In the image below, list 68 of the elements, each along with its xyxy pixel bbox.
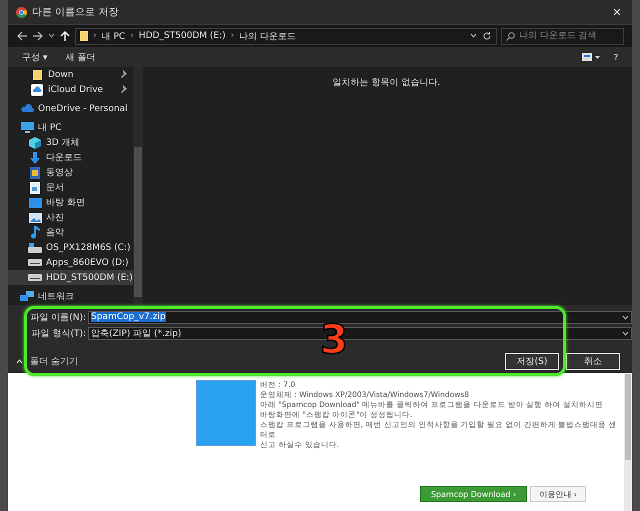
- folder-icon: [30, 68, 44, 80]
- down-arrow-icon: [28, 152, 42, 164]
- sidebar-item[interactable]: 음악: [8, 225, 133, 240]
- window-title: 다른 이름으로 저장: [32, 6, 120, 19]
- sidebar-item[interactable]: Apps_860EVO (D:): [8, 255, 133, 270]
- filename-field[interactable]: SpamCop_v7.zip: [88, 310, 632, 324]
- organize-menu[interactable]: 구성 ▾: [18, 48, 52, 66]
- scrollbar-thumb[interactable]: [134, 147, 142, 297]
- cancel-button[interactable]: 취소: [566, 353, 620, 370]
- download-button[interactable]: Spamcop Download ›: [420, 486, 528, 502]
- breadcrumb-item[interactable]: HDD_ST500DM (E:): [138, 31, 226, 41]
- empty-message: 일치하는 항목이 없습니다.: [332, 77, 440, 90]
- picture-icon: [28, 212, 42, 222]
- sidebar-item[interactable]: OneDrive - Personal: [8, 101, 133, 116]
- drive-icon: [28, 274, 42, 281]
- help-button[interactable]: ?: [610, 51, 622, 63]
- sidebar-item[interactable]: Down: [8, 67, 133, 82]
- guide-button[interactable]: 이용안내 ›: [530, 486, 586, 502]
- desktop-icon: [28, 198, 42, 208]
- search-icon: [506, 32, 515, 40]
- filename-label: 파일 이름(N):: [29, 312, 87, 324]
- breadcrumb-separator: ›: [230, 31, 234, 41]
- sidebar-item[interactable]: 사진: [8, 210, 133, 225]
- breadcrumb-separator: ›: [93, 31, 97, 41]
- up-arrow-icon[interactable]: [59, 30, 71, 42]
- back-arrow-icon[interactable]: [16, 30, 28, 42]
- caret-icon: [622, 330, 629, 336]
- document-icon: [28, 182, 42, 194]
- save-button[interactable]: 저장(S): [505, 353, 559, 370]
- sidebar-item[interactable]: 내 PC: [8, 120, 133, 135]
- browser-logo-icon: [16, 6, 27, 18]
- new-folder-button[interactable]: 새 폴더: [61, 48, 100, 66]
- address-bar[interactable]: › 내 PC › HDD_ST500DM (E:) › 나의 다운로드: [75, 28, 497, 44]
- sidebar-item[interactable]: HDD_ST500DM (E:): [8, 270, 133, 285]
- sidebar-item[interactable]: 다운로드: [8, 150, 133, 165]
- caret-icon: [622, 314, 629, 320]
- monitor-icon: [20, 122, 34, 133]
- sidebar-item[interactable]: OS_PX128M6S (C:): [8, 240, 133, 255]
- scrollbar-thumb[interactable]: [625, 374, 631, 460]
- sidebar-item[interactable]: 바탕 화면: [8, 195, 133, 210]
- sidebar-item[interactable]: 동영상: [8, 165, 133, 180]
- caret-icon[interactable]: [470, 33, 477, 39]
- hide-folders-button[interactable]: 폴더 숨기기: [16, 355, 78, 368]
- cat-illustration-placeholder: [196, 380, 256, 446]
- sidebar-item[interactable]: 3D 개체: [8, 135, 133, 150]
- sidebar-item[interactable]: 문서: [8, 180, 133, 195]
- film-icon: [28, 166, 42, 178]
- breadcrumb-item[interactable]: 내 PC: [102, 30, 126, 42]
- sidebar-item[interactable]: iCloud Drive: [8, 82, 133, 97]
- forward-arrow-icon[interactable]: [32, 30, 44, 42]
- filetype-label: 파일 형식(T):: [30, 328, 87, 340]
- music-note-icon: [28, 226, 42, 239]
- close-button[interactable]: ✕: [602, 0, 632, 24]
- caret-icon: [16, 359, 23, 364]
- refresh-icon[interactable]: [482, 31, 492, 41]
- breadcrumb-separator: ›: [130, 31, 134, 41]
- drive-icon: [28, 242, 42, 252]
- network-icon: [20, 291, 34, 302]
- cloud-icon: [30, 84, 44, 96]
- view-options-icon[interactable]: [582, 52, 600, 62]
- drive-icon: [28, 259, 42, 266]
- folder-icon: [80, 31, 88, 41]
- breadcrumb-item[interactable]: 나의 다운로드: [239, 30, 296, 42]
- caret-icon[interactable]: [48, 33, 55, 39]
- search-field[interactable]: 나의 다운로드 검색: [501, 28, 624, 44]
- cloud-icon: [20, 104, 34, 113]
- cube-icon: [28, 136, 42, 148]
- sidebar-item[interactable]: 네트워크: [8, 289, 133, 304]
